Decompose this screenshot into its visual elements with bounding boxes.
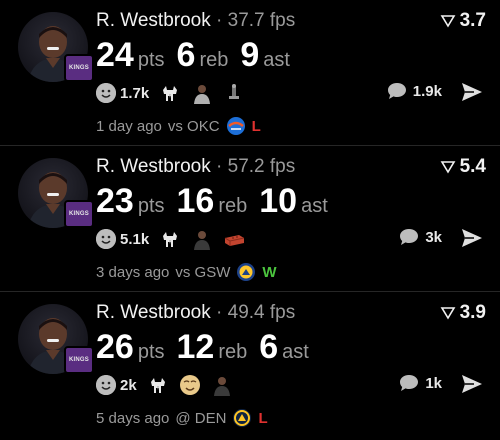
- share-send-icon[interactable]: [460, 80, 484, 104]
- den-logo-icon: [233, 409, 252, 427]
- goat-icon[interactable]: [147, 374, 169, 396]
- game-info[interactable]: 3 days ago vs GSW W: [96, 262, 277, 282]
- okc-logo-icon: [226, 117, 245, 135]
- react-smiley-icon[interactable]: [96, 83, 116, 103]
- reaction-count[interactable]: 1.7k: [120, 85, 149, 102]
- rebounds-unit: reb: [218, 195, 248, 217]
- rebounds-value: 6: [176, 36, 196, 74]
- points-unit: pts: [137, 195, 165, 217]
- player-name[interactable]: R. Westbrook: [96, 302, 211, 323]
- post-header: R. Westbrook · 37.7 fps: [96, 10, 295, 32]
- game-feed: KINGS R. Westbrook · 37.7 fps 3.7 24 pts …: [0, 0, 500, 440]
- assists-unit: ast: [263, 49, 290, 71]
- post-card[interactable]: KINGS R. Westbrook · 57.2 fps 5.4 23 pts …: [0, 146, 500, 292]
- team-badge: KINGS: [64, 54, 94, 82]
- rebounds-value: 12: [176, 328, 215, 366]
- stat-line: 23 pts 16 reb 10 ast: [96, 182, 340, 221]
- stat-line: 24 pts 6 reb 9 ast: [96, 36, 302, 75]
- reactions-bar: 5.1k: [96, 228, 245, 250]
- comment-bubble-icon: [400, 229, 419, 245]
- goat-icon[interactable]: [159, 82, 181, 104]
- rebounds-unit: reb: [199, 49, 229, 71]
- rating-value: 3.7: [459, 10, 486, 31]
- player-emoji-icon[interactable]: [211, 374, 233, 396]
- gsw-logo-icon: [237, 263, 256, 281]
- time-ago: 1 day ago: [96, 117, 162, 135]
- assists-value: 6: [259, 328, 279, 366]
- assists-unit: ast: [301, 195, 328, 217]
- share-send-icon[interactable]: [460, 372, 484, 396]
- brick-icon[interactable]: [223, 228, 245, 250]
- comment-count: 1k: [425, 374, 442, 392]
- matchup: vs GSW: [175, 263, 231, 281]
- points-value: 23: [96, 182, 134, 220]
- post-card[interactable]: KINGS R. Westbrook · 37.7 fps 3.7 24 pts …: [0, 0, 500, 146]
- react-smiley-icon[interactable]: [96, 229, 116, 249]
- separator-dot: ·: [216, 10, 223, 31]
- fps-score: 57.2 fps: [227, 156, 296, 177]
- upvote-caret-icon: [440, 15, 455, 28]
- rating-value: 3.9: [459, 302, 486, 323]
- assists-unit: ast: [282, 341, 309, 363]
- stat-line: 26 pts 12 reb 6 ast: [96, 328, 321, 367]
- post-card[interactable]: KINGS R. Westbrook · 49.4 fps 3.9 26 pts …: [0, 292, 500, 438]
- rating-value: 5.4: [459, 156, 486, 177]
- game-info[interactable]: 1 day ago vs OKC L: [96, 116, 261, 136]
- assists-value: 10: [259, 182, 298, 220]
- post-header: R. Westbrook · 49.4 fps: [96, 302, 295, 324]
- rating: 5.4: [440, 156, 486, 178]
- rating: 3.9: [440, 302, 486, 324]
- upvote-caret-icon: [440, 161, 455, 174]
- react-smiley-icon[interactable]: [96, 375, 116, 395]
- points-unit: pts: [137, 49, 165, 71]
- team-badge: KINGS: [64, 200, 94, 228]
- game-result: W: [262, 263, 277, 281]
- separator-dot: ·: [216, 302, 223, 323]
- reactions-bar: 1.7k: [96, 82, 245, 104]
- comments-button[interactable]: 3k: [399, 228, 442, 246]
- matchup: @ DEN: [175, 409, 227, 427]
- matchup: vs OKC: [167, 117, 220, 135]
- upvote-caret-icon: [440, 307, 455, 320]
- points-value: 24: [96, 36, 134, 74]
- share-send-icon[interactable]: [460, 226, 484, 250]
- player-emoji-icon[interactable]: [191, 228, 213, 250]
- fps-score: 37.7 fps: [227, 10, 296, 31]
- game-result: L: [251, 117, 261, 135]
- time-ago: 5 days ago: [96, 409, 170, 427]
- goat-icon[interactable]: [159, 228, 181, 250]
- game-result: L: [258, 409, 268, 427]
- comments-button[interactable]: 1k: [399, 374, 442, 392]
- points-value: 26: [96, 328, 134, 366]
- comment-bubble-icon: [387, 83, 406, 99]
- time-ago: 3 days ago: [96, 263, 170, 281]
- smiling-face-icon[interactable]: [179, 374, 201, 396]
- post-header: R. Westbrook · 57.2 fps: [96, 156, 295, 178]
- reaction-count[interactable]: 2k: [120, 377, 137, 394]
- rebounds-unit: reb: [218, 341, 248, 363]
- reaction-count[interactable]: 5.1k: [120, 231, 149, 248]
- comment-bubble-icon: [400, 375, 419, 391]
- player-emoji-icon[interactable]: [191, 82, 213, 104]
- comment-count: 3k: [425, 228, 442, 246]
- game-info[interactable]: 5 days ago @ DEN L: [96, 408, 268, 428]
- rating: 3.7: [440, 10, 486, 32]
- assists-value: 9: [240, 36, 260, 74]
- team-badge: KINGS: [64, 346, 94, 374]
- points-unit: pts: [137, 341, 165, 363]
- reactions-bar: 2k: [96, 374, 233, 396]
- rebounds-value: 16: [176, 182, 215, 220]
- separator-dot: ·: [216, 156, 223, 177]
- comment-count: 1.9k: [412, 82, 442, 100]
- player-name[interactable]: R. Westbrook: [96, 10, 211, 31]
- comments-button[interactable]: 1.9k: [387, 82, 442, 100]
- player-name[interactable]: R. Westbrook: [96, 156, 211, 177]
- fps-score: 49.4 fps: [227, 302, 296, 323]
- trophy-photo-icon[interactable]: [223, 82, 245, 104]
